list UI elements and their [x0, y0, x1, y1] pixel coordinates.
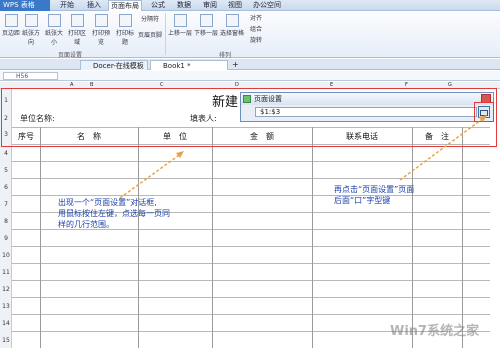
right-note: 再点击“页面设置”页面 后面“口”字型键: [334, 185, 415, 205]
arrow-left: [119, 152, 183, 199]
watermark: Win7系统之家: [390, 324, 480, 339]
annotation-arrows: [119, 115, 487, 199]
arrow-right-head: [479, 115, 487, 122]
arrow-right: [399, 116, 486, 181]
left-note: 出现一个“页面设置”对话框, 用鼠标按住左键，点选每一页同 样的几行范围。: [58, 198, 170, 229]
